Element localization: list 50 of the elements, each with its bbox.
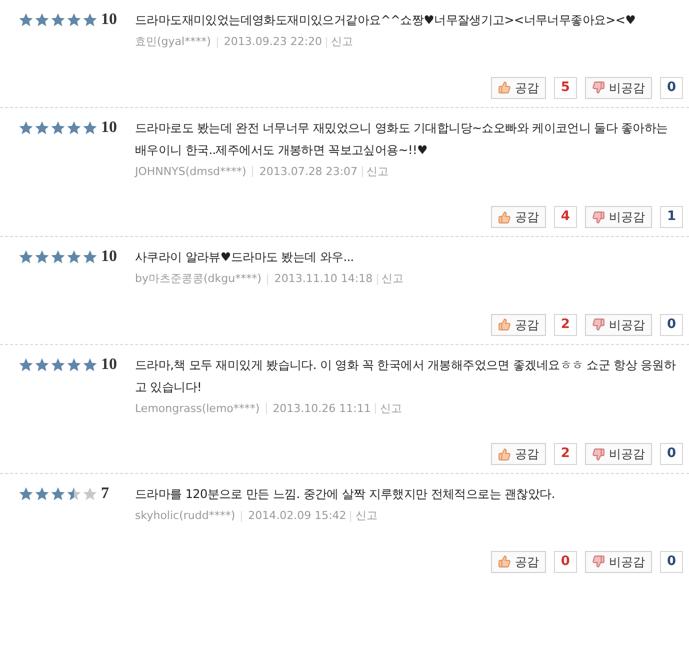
date: 2014.02.09 15:42 xyxy=(248,508,346,524)
vote-count: 5 xyxy=(554,76,577,98)
review-text: 드라마,책 모두 재미있게 봤습니다. 이 영화 꼭 한국에서 개봉해주었으면 좋겠네요ㅎㅎ 쇼군 항상 응원하고 있습니다! xyxy=(135,356,677,396)
review-text: 드라마를 120분으로 만든 느낌. 중간에 살짝 지루했지만 전체적으로는 괜찮았다. xyxy=(135,486,556,503)
like-button[interactable]: 공감 xyxy=(490,206,546,228)
vote-count: 0 xyxy=(660,314,683,336)
thumbs-down-icon xyxy=(592,318,605,331)
thumbs-down-icon xyxy=(592,448,605,460)
vote-count: 0 xyxy=(554,550,577,572)
author: by마츠준콩콩(dkgu****) xyxy=(135,271,262,287)
review-text: 드라마로도 봤는데 완전 너무너무 재밌었으니 영화도 기대합니당~쇼오빠와 케이코언니 둘다 좋아하는 배우이니 한국..제주에서도 개봉하면 꼭보고싶어용~!!♥ xyxy=(135,120,669,158)
thumbs-up-icon xyxy=(498,81,511,94)
vote-count: 2 xyxy=(554,443,577,465)
vote-count: 4 xyxy=(554,206,577,228)
dislike-button[interactable]: 비공감 xyxy=(584,550,652,572)
like-button[interactable]: 공감 xyxy=(490,76,546,98)
date: 2013.11.10 14:18 xyxy=(274,271,373,287)
vote-count: 0 xyxy=(660,443,683,465)
dislike-button[interactable]: 비공감 xyxy=(584,76,652,98)
date: 2013.10.26 11:11 xyxy=(272,400,371,416)
thumbs-up-icon xyxy=(498,318,511,331)
score: 10 xyxy=(101,247,117,267)
vote-count: 2 xyxy=(554,314,577,336)
date: 2013.09.23 22:20 xyxy=(224,34,322,50)
score: 10 xyxy=(101,354,117,374)
date: 2013.07.28 23:07 xyxy=(259,164,358,180)
review-text: 사쿠라이 알라뷰♥드라마도 봤는데 와우... xyxy=(135,249,355,266)
thumbs-up-icon xyxy=(498,448,511,460)
dislike-button[interactable]: 비공감 xyxy=(584,443,652,465)
like-button[interactable]: 공감 xyxy=(490,314,546,336)
dislike-button[interactable]: 비공감 xyxy=(584,206,652,228)
score: 7 xyxy=(101,484,109,504)
vote-count: 0 xyxy=(660,76,683,98)
like-button[interactable]: 공감 xyxy=(490,443,546,465)
thumbs-down-icon xyxy=(592,555,605,568)
author: skyholic(rudd****) xyxy=(135,508,236,524)
thumbs-down-icon xyxy=(592,210,605,224)
thumbs-down-icon xyxy=(592,81,605,94)
vote-count: 1 xyxy=(660,206,683,228)
thumbs-up-icon xyxy=(498,210,511,224)
author: JOHNNYS(dmsd****) xyxy=(135,164,246,180)
score: 10 xyxy=(101,10,117,30)
vote-count: 0 xyxy=(660,550,683,572)
like-button[interactable]: 공감 xyxy=(490,550,546,572)
review-text: 드라마도재미있었는데영화도재미있으거같아요^^쇼짱♥너무잘생기고><너무너무좋아요><♥ xyxy=(135,12,637,29)
dislike-button[interactable]: 비공감 xyxy=(584,314,652,336)
score: 10 xyxy=(101,118,117,138)
author: 효민(gyal****) xyxy=(135,34,211,50)
author: Lemongrass(lemo****) xyxy=(135,400,260,416)
thumbs-up-icon xyxy=(498,555,511,568)
